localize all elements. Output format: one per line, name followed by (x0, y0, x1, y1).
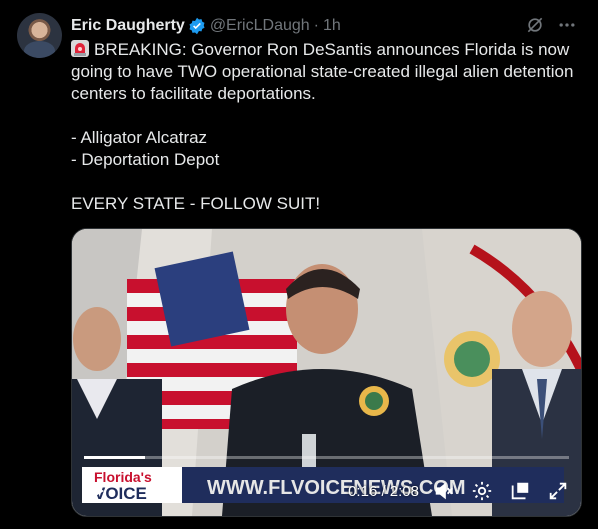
tweet-headline: BREAKING: Governor Ron DeSantis announce… (71, 40, 574, 103)
progress-bar[interactable] (84, 456, 569, 459)
video-player[interactable]: Florida's VOICE WWW.FLVOICENEWS.COM 0:16… (71, 228, 582, 517)
tweet-list-item: - Alligator Alcatraz (71, 128, 208, 147)
next-tweet-edge (0, 523, 598, 529)
more-options-icon[interactable] (556, 14, 578, 36)
tweet-text: BREAKING: Governor Ron DeSantis announce… (71, 39, 581, 215)
volume-muted-icon[interactable] (433, 480, 455, 502)
tweet-closing: EVERY STATE - FOLLOW SUIT! (71, 194, 321, 213)
author-name[interactable]: Eric Daugherty (71, 17, 185, 35)
video-controls: 0:16 / 2:08 (72, 456, 581, 516)
fullscreen-icon[interactable] (547, 480, 569, 502)
play-icon[interactable] (84, 479, 108, 503)
header-actions (524, 14, 578, 36)
pip-icon[interactable] (509, 480, 531, 502)
siren-emoji-icon (71, 40, 89, 57)
control-icons (433, 480, 569, 502)
tweet-list-item: - Deportation Depot (71, 150, 220, 169)
grok-icon[interactable] (524, 14, 546, 36)
separator-dot: · (313, 17, 319, 34)
avatar[interactable] (17, 13, 62, 58)
verified-badge-icon (188, 17, 206, 35)
timestamp[interactable]: 1h (323, 17, 341, 35)
video-time: 0:16 / 2:08 (348, 482, 419, 500)
author-handle[interactable]: @EricLDaugh (210, 17, 310, 35)
controls-row: 0:16 / 2:08 (84, 476, 569, 506)
settings-gear-icon[interactable] (471, 480, 493, 502)
progress-fill (84, 456, 145, 459)
tweet-header: Eric Daugherty @EricLDaugh · 1h (71, 14, 578, 38)
